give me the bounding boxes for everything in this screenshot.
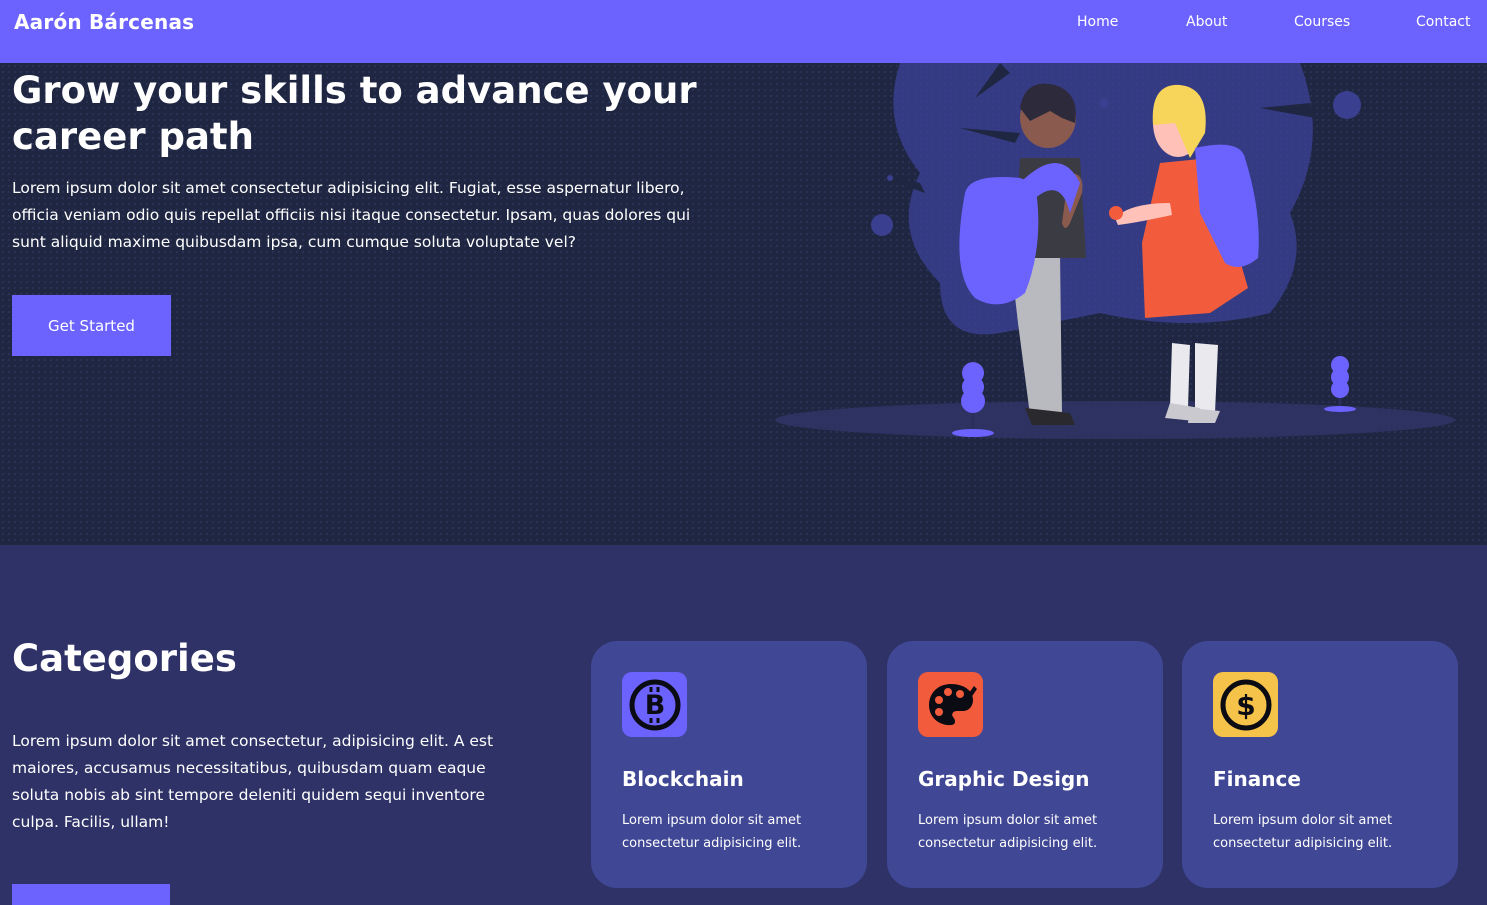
dollar-coin-icon: $	[1213, 672, 1278, 737]
hero-description: Lorem ipsum dolor sit amet consectetur a…	[12, 179, 691, 251]
students-illustration	[775, 63, 1455, 439]
brand-logo[interactable]: Aarón Bárcenas	[14, 10, 194, 34]
card-title: Blockchain	[622, 767, 744, 791]
nav-link-courses[interactable]: Courses	[1294, 14, 1350, 30]
card-description: Lorem ipsum dolor sit amet consectetur a…	[1213, 813, 1393, 851]
get-started-button[interactable]: Get Started	[12, 295, 171, 356]
categories-title: Categories	[12, 637, 237, 680]
navbar: Aarón Bárcenas Home About Courses Contac…	[0, 0, 1487, 63]
svg-text:$: $	[1236, 689, 1255, 722]
category-card-finance[interactable]: $ Finance Lorem ipsum dolor sit amet con…	[1182, 641, 1458, 888]
category-card-graphic-design[interactable]: Graphic Design Lorem ipsum dolor sit ame…	[887, 641, 1163, 888]
palette-icon	[918, 672, 983, 737]
svg-text:B: B	[644, 690, 665, 721]
card-title: Finance	[1213, 767, 1301, 791]
category-card-blockchain[interactable]: B Blockchain Lorem ipsum dolor sit amet …	[591, 641, 867, 888]
bitcoin-icon: B	[622, 672, 687, 737]
categories-button[interactable]	[12, 884, 170, 905]
nav-link-contact[interactable]: Contact	[1416, 14, 1470, 30]
categories-description: Lorem ipsum dolor sit amet consectetur, …	[12, 732, 494, 831]
nav-link-about[interactable]: About	[1186, 14, 1227, 30]
card-description: Lorem ipsum dolor sit amet consectetur a…	[622, 813, 802, 851]
nav-link-home[interactable]: Home	[1077, 14, 1118, 30]
hero-section: Grow your skills to advance your career …	[0, 63, 1487, 545]
categories-section: Categories Lorem ipsum dolor sit amet co…	[0, 545, 1487, 905]
card-title: Graphic Design	[918, 767, 1090, 791]
card-description: Lorem ipsum dolor sit amet consectetur a…	[918, 813, 1098, 851]
hero-title: Grow your skills to advance your career …	[12, 69, 697, 158]
